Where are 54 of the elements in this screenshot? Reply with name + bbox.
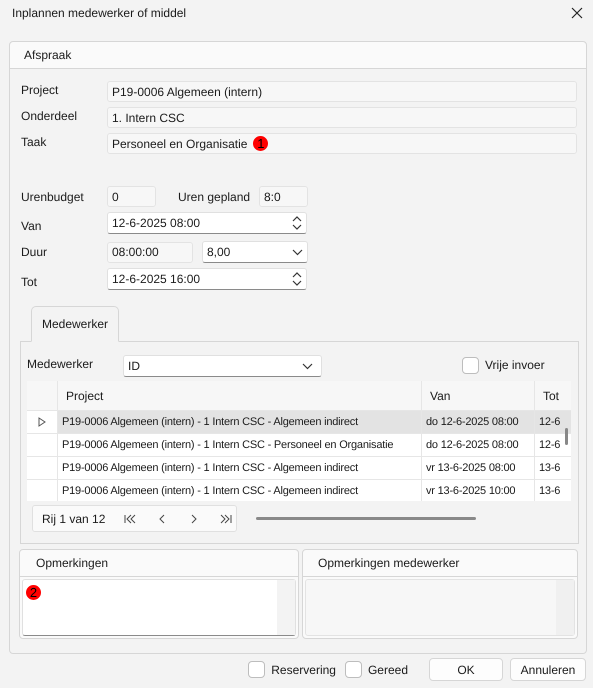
panel-title: Opmerkingen (36, 555, 108, 572)
text-field[interactable]: P19-0006 Algemeen (intern) (107, 81, 577, 102)
caret-icon (292, 248, 303, 256)
checkbox-label: Gereed (368, 662, 408, 678)
dialog-button[interactable]: Annuleren (510, 658, 586, 681)
hours-dropdown[interactable]: 8,00 (202, 241, 308, 263)
text-field[interactable]: Personeel en Organisatie 1 (107, 133, 577, 154)
table-row[interactable]: P19-0006 Algemeen (intern) - 1 Intern CSC - Personeel en Organisatie do 12-6-2025 08:00 12-6 (27, 433, 571, 456)
checkbox-label: Reservering (271, 662, 336, 678)
tab[interactable]: Medewerker (31, 306, 120, 342)
table-row[interactable]: P19-0006 Algemeen (intern) - 1 Intern CSC - Algemeen indirect vr 13-6-2025 08:00 13-6 (27, 456, 571, 479)
date-time-field[interactable]: 12-6-2025 16:00 (107, 268, 307, 290)
vertical-scrollbar[interactable] (565, 428, 568, 445)
field-label: Van (21, 218, 42, 235)
table-row[interactable]: P19-0006 Algemeen (intern) - 1 Intern CSC - Algemeen indirect do 12-6-2025 08:00 12-6 (27, 410, 571, 433)
last-page-icon[interactable] (219, 514, 234, 524)
text-field[interactable]: 1. Intern CSC (107, 107, 577, 128)
marker-badge: 1 (253, 136, 268, 151)
section-title: Afspraak (24, 47, 72, 64)
remarks-field[interactable]: 2 (22, 579, 296, 636)
window-title: Inplannen medewerker of middel (12, 5, 186, 22)
table-cell: 13-6 (534, 480, 564, 501)
dialog-button[interactable]: OK (429, 658, 503, 681)
field-label: Urenbudget (21, 188, 85, 206)
panel-title: Opmerkingen medewerker (318, 555, 460, 572)
close-icon[interactable] (571, 7, 583, 19)
horizontal-scrollbar[interactable] (256, 517, 476, 520)
field-label: Medewerker (27, 356, 94, 373)
date-time-field[interactable]: 12-6-2025 08:00 (107, 212, 307, 234)
checkbox[interactable] (462, 356, 479, 374)
field-label: Taak (21, 134, 48, 151)
checkbox[interactable] (248, 661, 266, 678)
first-page-icon[interactable] (123, 514, 138, 524)
row-counter: Rij 1 van 12 (42, 510, 106, 528)
row-pointer-icon (38, 417, 46, 427)
spin-icon[interactable] (292, 216, 302, 230)
field-label: Onderdeel (21, 108, 78, 125)
text-field[interactable]: 08:00:00 (107, 242, 193, 262)
field-label: Duur (21, 244, 48, 261)
field-label: Project (21, 82, 60, 99)
table-row[interactable]: P19-0006 Algemeen (intern) - 1 Intern CSC - Algemeen indirect vr 13-6-2025 10:00 13-6 (27, 479, 571, 501)
checkbox-label: Vrije invoer (485, 357, 545, 374)
text-field[interactable]: 8:0 (259, 186, 308, 207)
spin-icon[interactable] (292, 272, 302, 286)
checkbox[interactable] (344, 661, 362, 678)
employee-dropdown[interactable]: ID (123, 355, 322, 377)
caret-icon (302, 362, 313, 370)
table-cell: P19-0006 Algemeen (intern) - 1 Intern CSC - Algemeen indirect (57, 480, 421, 501)
remarks-field[interactable] (305, 579, 575, 636)
table-cell: vr 13-6-2025 10:00 (421, 480, 534, 501)
text-field[interactable]: 0 (107, 186, 156, 207)
marker-badge: 2 (26, 585, 41, 600)
field-label: Tot (21, 274, 38, 291)
field-label: Uren gepland (178, 188, 252, 206)
